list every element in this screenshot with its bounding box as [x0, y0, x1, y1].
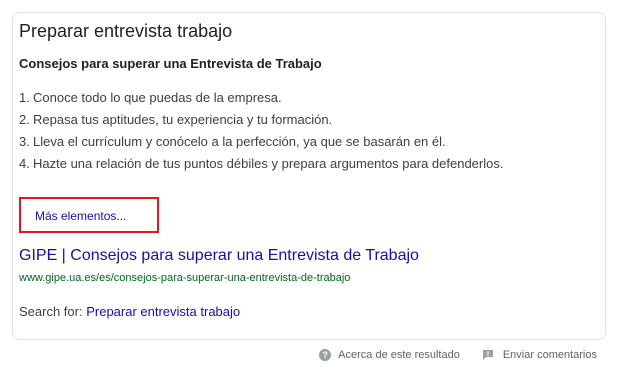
steps-list: 1. Conoce todo lo que puedas de la empre…	[19, 87, 539, 175]
result-title-link[interactable]: GIPE | Consejos para superar una Entrevi…	[19, 246, 419, 266]
send-feedback-label: Enviar comentarios	[502, 349, 597, 361]
snippet-footer: ? Acerca de este resultado Enviar coment…	[319, 348, 597, 362]
list-item-number: 2.	[19, 112, 30, 127]
result-url: www.gipe.ua.es/es/consejos-para-superar-…	[19, 272, 351, 284]
about-result-link[interactable]: ? Acerca de este resultado	[319, 348, 460, 362]
list-item-number: 3.	[19, 134, 30, 149]
list-item-number: 1.	[19, 90, 30, 105]
more-items-link[interactable]: Más elementos...	[35, 209, 126, 223]
list-item-number: 4.	[19, 156, 30, 171]
list-item-text: Lleva el currículum y conócelo a la perf…	[33, 134, 446, 149]
card-title: Preparar entrevista trabajo	[19, 21, 233, 41]
list-item: 4. Hazte una relación de tus puntos débi…	[19, 153, 539, 175]
list-item: 1. Conoce todo lo que puedas de la empre…	[19, 87, 539, 109]
search-for-label: Search for:	[19, 304, 83, 319]
page: Preparar entrevista trabajo Consejos par…	[0, 0, 619, 377]
help-circle-icon: ?	[319, 349, 332, 361]
list-item-text: Repasa tus aptitudes, tu experiencia y t…	[33, 112, 333, 127]
about-result-label: Acerca de este resultado	[338, 349, 460, 361]
list-item-text: Conoce todo lo que puedas de la empresa.	[33, 90, 282, 105]
search-for-line: Search for: Preparar entrevista trabajo	[19, 303, 240, 321]
snippet-heading: Consejos para superar una Entrevista de …	[19, 56, 322, 71]
send-feedback-link[interactable]: Enviar comentarios	[482, 348, 597, 362]
list-item: 3. Lleva el currículum y conócelo a la p…	[19, 131, 539, 153]
list-item: 2. Repasa tus aptitudes, tu experiencia …	[19, 109, 539, 131]
feedback-flag-icon	[482, 350, 493, 360]
list-item-text: Hazte una relación de tus puntos débiles…	[33, 156, 504, 171]
search-for-query-link[interactable]: Preparar entrevista trabajo	[86, 304, 240, 319]
